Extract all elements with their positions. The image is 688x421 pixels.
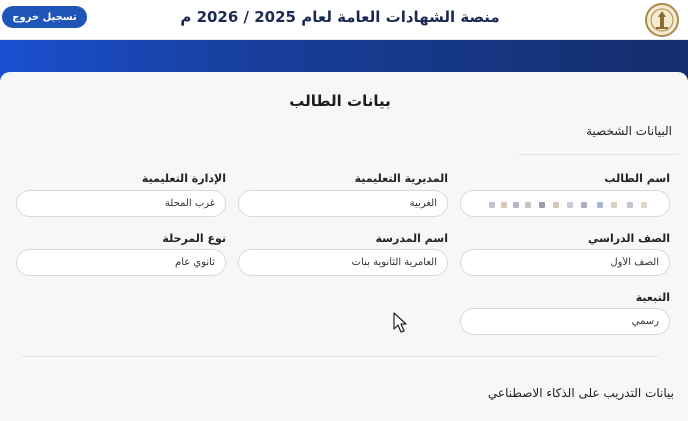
redacted-name-block [501, 202, 507, 208]
app-title: منصة الشهادات العامة لعام 2025 / 2026 م [180, 8, 500, 26]
redacted-name-block [581, 202, 587, 208]
redacted-name-block [539, 202, 545, 208]
affiliation-field[interactable] [460, 308, 670, 335]
redacted-name-block [597, 202, 603, 208]
ai-training-heading: بيانات التدريب على الذكاء الاصطناعي [487, 386, 674, 400]
student-name-label: اسم الطالب [604, 172, 670, 185]
student-name-field[interactable] [460, 190, 670, 217]
redacted-name-block [513, 202, 519, 208]
section-divider [22, 356, 658, 357]
administration-label: الإدارة التعليمية [141, 172, 226, 185]
top-bar: منصة الشهادات العامة لعام 2025 / 2026 م … [0, 0, 688, 40]
grade-label: الصف الدراسي [588, 232, 670, 245]
personal-data-heading: البيانات الشخصية [586, 124, 672, 138]
mouse-pointer-icon [393, 312, 407, 333]
affiliation-label: التبعية [635, 291, 670, 304]
redacted-name-block [627, 202, 633, 208]
redacted-name-block [567, 202, 573, 208]
stage-type-field[interactable] [16, 249, 226, 276]
grade-field[interactable] [460, 249, 670, 276]
directorate-field[interactable] [238, 190, 448, 217]
section-divider [518, 154, 678, 155]
school-label: اسم المدرسة [375, 232, 449, 245]
directorate-label: المديرية التعليمية [354, 172, 448, 185]
administration-field[interactable] [16, 190, 226, 217]
ministry-seal-icon [645, 3, 679, 37]
redacted-name-block [525, 202, 531, 208]
page-title: بيانات الطالب [289, 92, 391, 110]
redacted-name-block [641, 202, 647, 208]
redacted-name-block [611, 202, 617, 208]
logout-button[interactable]: تسجيل خروج [2, 6, 87, 28]
school-field[interactable] [238, 249, 448, 276]
stage-type-label: نوع المرحلة [162, 232, 226, 245]
redacted-name-block [489, 202, 495, 208]
redacted-name-block [553, 202, 559, 208]
